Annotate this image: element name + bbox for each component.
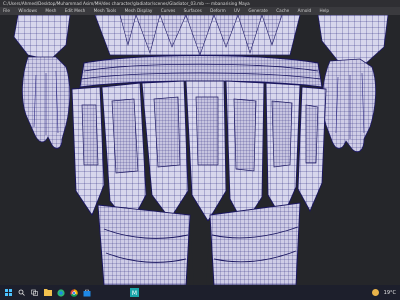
right-hand — [322, 58, 376, 153]
task-view-icon[interactable] — [30, 288, 39, 297]
menu-bar: File Windows Mesh Edit Mesh Mesh Tools M… — [0, 7, 400, 15]
menu-item-mesh-tools[interactable]: Mesh Tools — [94, 7, 117, 15]
chrome-icon[interactable] — [69, 288, 78, 297]
3d-viewport[interactable] — [0, 15, 400, 285]
menu-item-surfaces[interactable]: Surfaces — [184, 7, 202, 15]
search-icon[interactable] — [17, 288, 26, 297]
taskbar: M 19°C — [0, 285, 400, 300]
menu-item-cache[interactable]: Cache — [276, 7, 289, 15]
left-leg — [97, 204, 191, 285]
maya-app-icon[interactable]: M — [130, 288, 139, 297]
menu-item-mesh[interactable]: Mesh — [45, 7, 56, 15]
menu-item-mesh-display[interactable]: Mesh Display — [125, 7, 153, 15]
system-tray: 19°C — [371, 285, 396, 300]
window-title: C:/Users/Ahmed/Desktop/Muhammad Asim/MH/… — [3, 1, 250, 6]
svg-text:M: M — [132, 290, 137, 297]
window-title-bar: C:/Users/Ahmed/Desktop/Muhammad Asim/MH/… — [0, 0, 400, 7]
viewport-canvas[interactable] — [0, 15, 400, 285]
leg-gap — [190, 221, 210, 285]
store-icon[interactable] — [82, 288, 91, 297]
menu-item-file[interactable]: File — [3, 7, 10, 15]
menu-item-help[interactable]: Help — [320, 7, 330, 15]
windows-start-icon[interactable] — [4, 288, 13, 297]
right-arm — [317, 15, 389, 66]
menu-item-generate[interactable]: Generate — [248, 7, 268, 15]
right-leg — [209, 202, 301, 285]
menu-item-arnold[interactable]: Arnold — [298, 7, 312, 15]
weather-icon[interactable] — [371, 289, 379, 296]
left-arm — [13, 15, 71, 61]
menu-item-windows[interactable]: Windows — [18, 7, 37, 15]
menu-item-deform[interactable]: Deform — [210, 7, 226, 15]
menu-item-curves[interactable]: Curves — [161, 7, 176, 15]
file-explorer-icon[interactable] — [43, 288, 52, 297]
weather-temperature[interactable]: 19°C — [384, 290, 396, 296]
menu-item-edit-mesh[interactable]: Edit Mesh — [65, 7, 85, 15]
menu-item-uv[interactable]: UV — [234, 7, 240, 15]
edge-browser-icon[interactable] — [56, 288, 65, 297]
